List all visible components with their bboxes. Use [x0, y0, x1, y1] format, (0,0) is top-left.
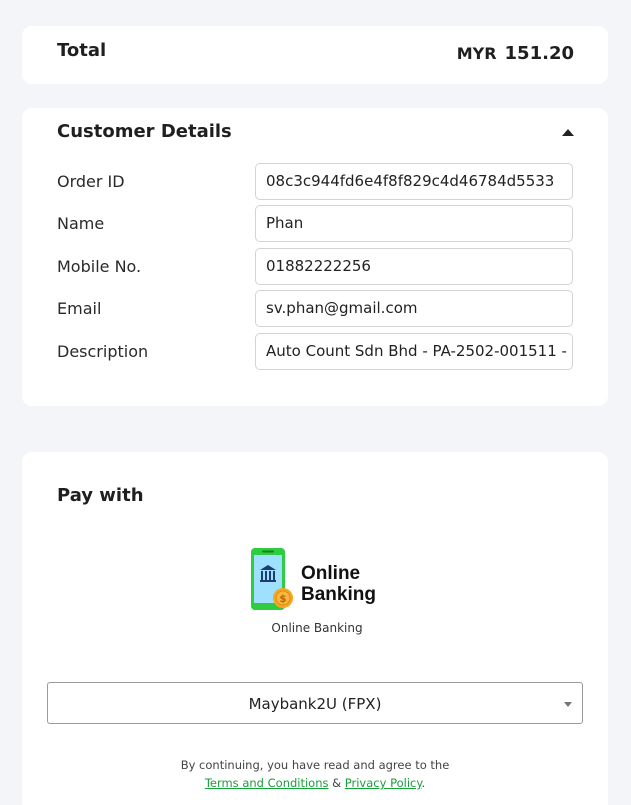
- customer-details-card: Customer Details Order ID 08c3c944fd6e4f…: [22, 108, 608, 406]
- name-label: Name: [57, 214, 105, 233]
- privacy-link[interactable]: Privacy Policy: [345, 776, 422, 790]
- total-currency: MYR: [456, 44, 497, 63]
- agreement-prefix: By continuing, you have read and agree t…: [180, 758, 450, 772]
- email-label: Email: [57, 299, 102, 318]
- email-field[interactable]: sv.phan@gmail.com: [255, 290, 573, 327]
- agreement-links: Terms and Conditions & Privacy Policy.: [22, 774, 608, 792]
- agreement-and: &: [332, 776, 342, 790]
- customer-details-title: Customer Details: [57, 121, 232, 142]
- online-banking-logo-text: Online Banking: [301, 563, 376, 605]
- order-id-field[interactable]: 08c3c944fd6e4f8f829c4d46784d5533: [255, 163, 573, 200]
- description-field[interactable]: Auto Count Sdn Bhd - PA-2502-001511 - f: [255, 333, 573, 370]
- chevron-down-icon: [564, 702, 572, 707]
- bank-select[interactable]: Maybank2U (FPX): [47, 682, 583, 724]
- mobile-row: Mobile No. 01882222256: [57, 248, 574, 285]
- total-card: Total MYR 151.20: [22, 26, 608, 84]
- svg-text:$: $: [280, 594, 287, 605]
- total-amount: MYR 151.20: [457, 43, 574, 64]
- description-label: Description: [57, 342, 149, 361]
- mobile-label: Mobile No.: [57, 257, 142, 276]
- email-row: Email sv.phan@gmail.com: [57, 290, 574, 327]
- bank-select-value: Maybank2U (FPX): [248, 695, 382, 713]
- agreement-suffix: .: [421, 776, 426, 790]
- name-field[interactable]: Phan: [255, 205, 573, 242]
- online-banking-logo: $ Online Banking: [251, 548, 383, 620]
- online-banking-option[interactable]: $ Online Banking Online Banking: [247, 546, 387, 638]
- pay-with-card: Pay with $ Online Banking Online Banking…: [22, 452, 608, 805]
- total-label: Total: [57, 40, 107, 61]
- mobile-field[interactable]: 01882222256: [255, 248, 573, 285]
- description-row: Description Auto Count Sdn Bhd - PA-2502…: [57, 333, 574, 370]
- logo-line-2: Banking: [301, 584, 376, 605]
- name-row: Name Phan: [57, 205, 574, 242]
- collapse-caret-icon[interactable]: [562, 129, 574, 136]
- agreement-text: By continuing, you have read and agree t…: [22, 756, 608, 792]
- total-amount-value: 151.20: [504, 43, 574, 64]
- logo-line-1: Online: [301, 563, 361, 584]
- terms-link[interactable]: Terms and Conditions: [205, 776, 329, 790]
- online-banking-caption: Online Banking: [271, 621, 363, 635]
- pay-with-title: Pay with: [57, 485, 144, 506]
- order-id-row: Order ID 08c3c944fd6e4f8f829c4d46784d553…: [57, 163, 574, 200]
- order-id-label: Order ID: [57, 172, 125, 191]
